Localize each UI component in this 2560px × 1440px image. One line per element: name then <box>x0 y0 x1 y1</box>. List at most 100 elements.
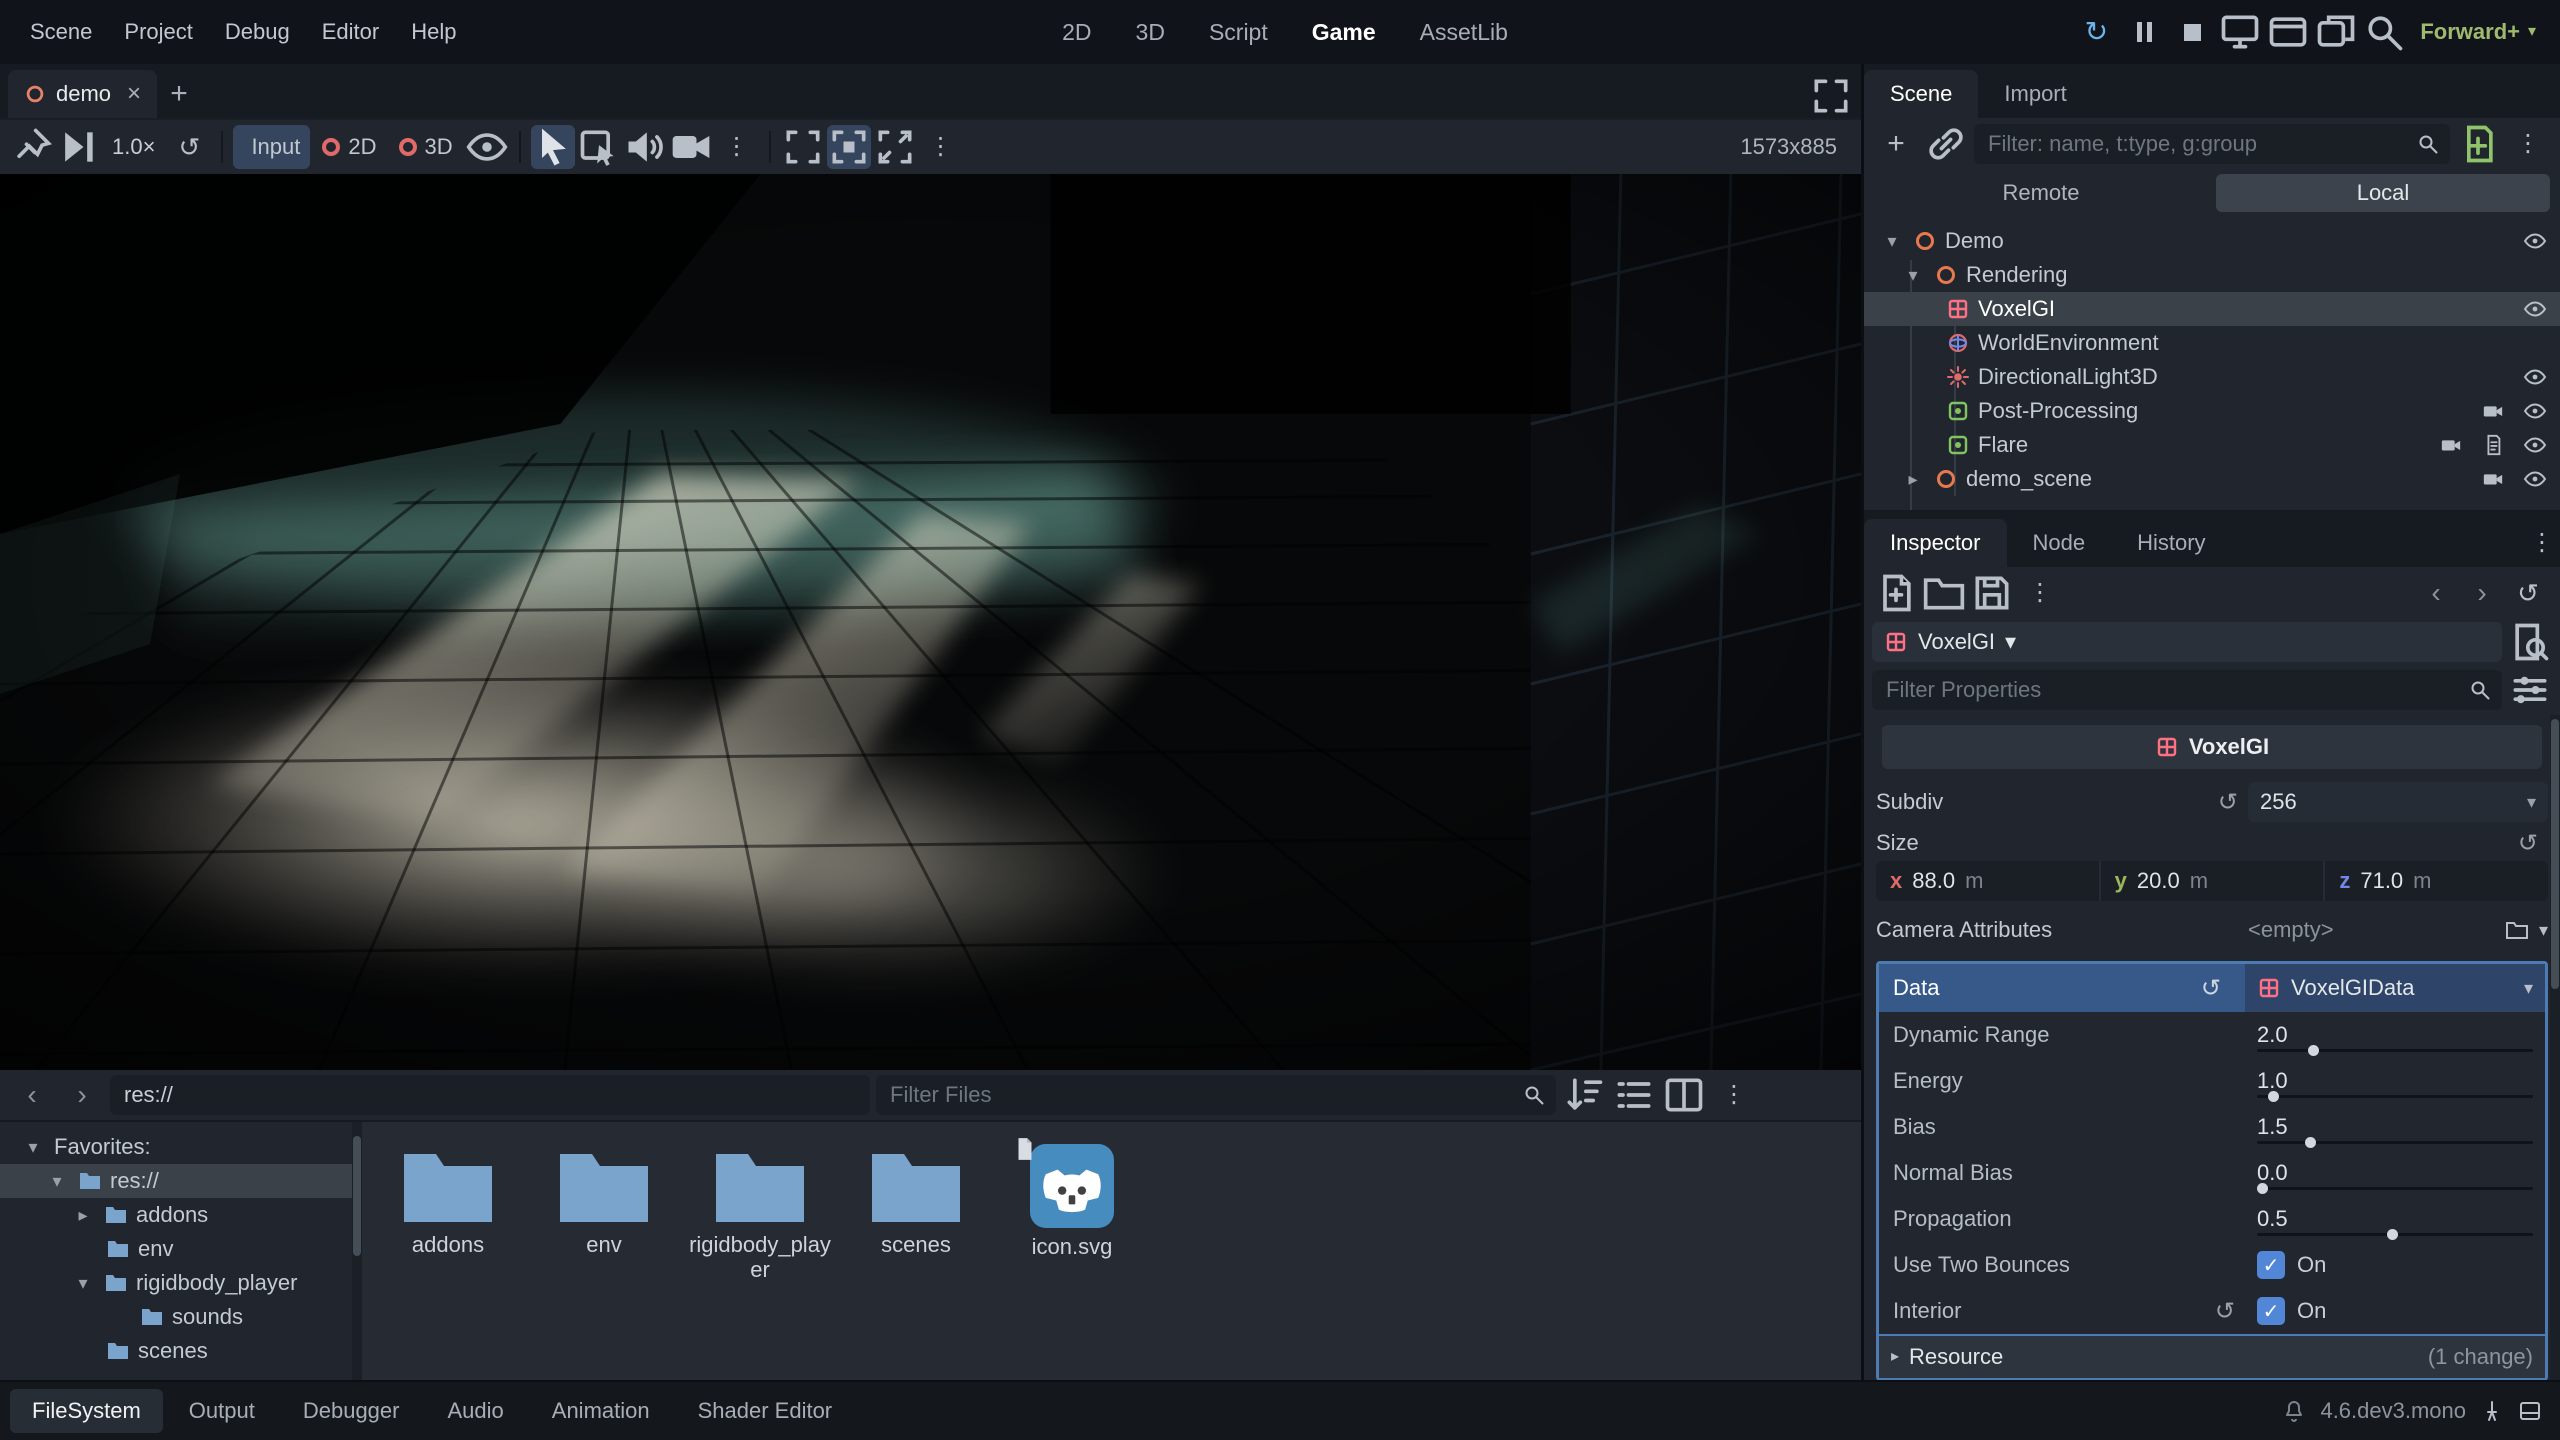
subdiv-dropdown[interactable]: 256 ▾ <box>2248 782 2548 822</box>
new-scene-tab-button[interactable]: + <box>157 70 201 118</box>
workspace-assetlib[interactable]: AssetLib <box>1410 19 1508 46</box>
file-item-rigidbody-player[interactable]: rigidbody_player <box>684 1140 836 1283</box>
remote-button[interactable]: Remote <box>1874 174 2208 212</box>
bottom-tab-filesystem[interactable]: FileSystem <box>10 1389 163 1433</box>
sort-files-icon[interactable] <box>1562 1073 1606 1117</box>
history-forward-icon[interactable]: › <box>2460 571 2504 615</box>
split-view-icon[interactable] <box>1662 1073 1706 1117</box>
revert-icon[interactable]: ↺ <box>2518 829 2538 858</box>
bottom-tab-animation[interactable]: Animation <box>530 1389 672 1433</box>
expand-arrow-icon[interactable]: ▸ <box>1900 469 1926 490</box>
frame-selection-icon[interactable] <box>781 125 825 169</box>
tab-inspector[interactable]: Inspector <box>1864 519 2007 567</box>
keep-aspect-icon[interactable] <box>827 125 871 169</box>
use-two-bounces-checkbox[interactable]: ✓ On <box>2245 1251 2545 1279</box>
visibility-eye-icon[interactable] <box>2518 467 2552 491</box>
renderer-dropdown[interactable]: Forward+ ▾ <box>2410 19 2546 45</box>
dynamic-range-slider[interactable]: 2.0 <box>2245 1012 2545 1058</box>
tree-row-post-processing[interactable]: Post-Processing <box>1864 394 2560 428</box>
edited-object-dropdown[interactable]: VoxelGI ▾ <box>1872 622 2502 662</box>
bias-slider[interactable]: 1.5 <box>2245 1104 2545 1150</box>
resource-section-header[interactable]: ▸ Resource (1 change) <box>1879 1334 2545 1378</box>
filesystem-menu-icon[interactable]: ⋮ <box>1712 1073 1756 1117</box>
workspace-script[interactable]: Script <box>1199 19 1268 46</box>
update-bell-icon[interactable] <box>2282 1399 2306 1423</box>
restart-icon[interactable]: ↻ <box>2074 10 2118 54</box>
slider-grabber[interactable] <box>2268 1091 2279 1102</box>
workspace-game[interactable]: Game <box>1302 19 1376 46</box>
resource-menu-icon[interactable]: ⋮ <box>2018 571 2062 615</box>
visibility-eye-icon[interactable] <box>2518 365 2552 389</box>
expand-bottom-panel-icon[interactable] <box>2518 1399 2542 1423</box>
menu-debug[interactable]: Debug <box>209 11 306 53</box>
visibility-options-icon[interactable] <box>465 125 509 169</box>
floating-window-icon[interactable] <box>2314 10 2358 54</box>
filter-properties-input[interactable] <box>1872 670 2502 710</box>
remote-debug-icon[interactable] <box>2218 10 2262 54</box>
menu-editor[interactable]: Editor <box>306 11 395 53</box>
size-x-field[interactable]: x 88.0 m <box>1876 861 2099 901</box>
more-options-icon[interactable]: ⋮ <box>715 125 759 169</box>
slider-grabber[interactable] <box>2257 1183 2268 1194</box>
history-forward-icon[interactable]: › <box>60 1073 104 1117</box>
history-back-icon[interactable]: ‹ <box>2414 571 2458 615</box>
expand-arrow-icon[interactable]: ▸ <box>70 1205 96 1226</box>
tree-row-env[interactable]: env <box>0 1232 362 1266</box>
embed-game-icon[interactable] <box>2266 10 2310 54</box>
checkbox-checked-icon[interactable]: ✓ <box>2257 1251 2285 1279</box>
menu-project[interactable]: Project <box>108 11 208 53</box>
scene-tab-demo[interactable]: demo × <box>8 70 157 118</box>
visibility-eye-icon[interactable] <box>2518 399 2552 423</box>
node-badge-icon[interactable] <box>2476 400 2510 422</box>
mute-audio-icon[interactable] <box>623 125 667 169</box>
favorites-row[interactable]: ▾ Favorites: <box>0 1130 362 1164</box>
load-resource-icon[interactable] <box>1922 571 1966 615</box>
script-icon[interactable] <box>2476 434 2510 456</box>
visibility-eye-icon[interactable] <box>2518 297 2552 321</box>
file-item-icon-svg[interactable]: icon.svg <box>996 1140 1148 1259</box>
scene-tree-menu-icon[interactable]: ⋮ <box>2506 122 2550 166</box>
bottom-tab-shader-editor[interactable]: Shader Editor <box>676 1389 855 1433</box>
workspace-3d[interactable]: 3D <box>1126 19 1165 46</box>
data-property-label-area[interactable]: Data ↺ <box>1879 964 2245 1012</box>
slider-grabber[interactable] <box>2305 1137 2316 1148</box>
tab-scene[interactable]: Scene <box>1864 70 1978 118</box>
object-history-icon[interactable]: ↺ <box>2506 571 2550 615</box>
bottom-tab-debugger[interactable]: Debugger <box>281 1389 422 1433</box>
scene-filter-input[interactable] <box>1974 124 2450 164</box>
current-path-field[interactable] <box>110 1075 870 1115</box>
history-back-icon[interactable]: ‹ <box>10 1073 54 1117</box>
select-mode-icon[interactable] <box>531 125 575 169</box>
tree-row-demo-scene[interactable]: ▸ demo_scene <box>1864 462 2560 496</box>
tab-history[interactable]: History <box>2111 519 2231 567</box>
bottom-tab-audio[interactable]: Audio <box>425 1389 525 1433</box>
menu-help[interactable]: Help <box>395 11 472 53</box>
revert-icon[interactable]: ↺ <box>2215 1297 2235 1326</box>
inspector-scrollbar[interactable] <box>2550 715 2560 1380</box>
save-resource-icon[interactable] <box>1970 571 2014 615</box>
slider-grabber[interactable] <box>2308 1045 2319 1056</box>
checkbox-checked-icon[interactable]: ✓ <box>2257 1297 2285 1325</box>
pin-bottom-panel-icon[interactable] <box>2480 1399 2504 1423</box>
close-tab-icon[interactable]: × <box>127 80 141 108</box>
file-list-view-icon[interactable] <box>1612 1073 1656 1117</box>
tree-row-rigidbody-player[interactable]: ▾ rigidbody_player <box>0 1266 362 1300</box>
game-viewport[interactable] <box>0 174 1861 1070</box>
camera-override-2d-button[interactable]: 2D <box>312 125 386 169</box>
interior-checkbox[interactable]: ✓ On <box>2245 1297 2545 1325</box>
collapse-arrow-icon[interactable]: ▾ <box>70 1273 96 1294</box>
visibility-eye-icon[interactable] <box>2518 229 2552 253</box>
dock-menu-icon[interactable]: ⋮ <box>2530 531 2554 555</box>
new-resource-icon[interactable] <box>1874 571 1918 615</box>
tab-node[interactable]: Node <box>2007 519 2112 567</box>
collapse-arrow-icon[interactable]: ▾ <box>1879 231 1905 252</box>
tab-import[interactable]: Import <box>1978 70 2092 118</box>
camera-icon[interactable] <box>669 125 713 169</box>
pause-icon[interactable] <box>2122 10 2166 54</box>
revert-icon[interactable]: ↺ <box>2218 788 2238 817</box>
tree-row-addons[interactable]: ▸ addons <box>0 1198 362 1232</box>
energy-slider[interactable]: 1.0 <box>2245 1058 2545 1104</box>
collapse-arrow-icon[interactable]: ▾ <box>44 1171 70 1192</box>
open-docs-icon[interactable] <box>2508 620 2552 664</box>
zoom-tools-icon[interactable] <box>2362 10 2406 54</box>
